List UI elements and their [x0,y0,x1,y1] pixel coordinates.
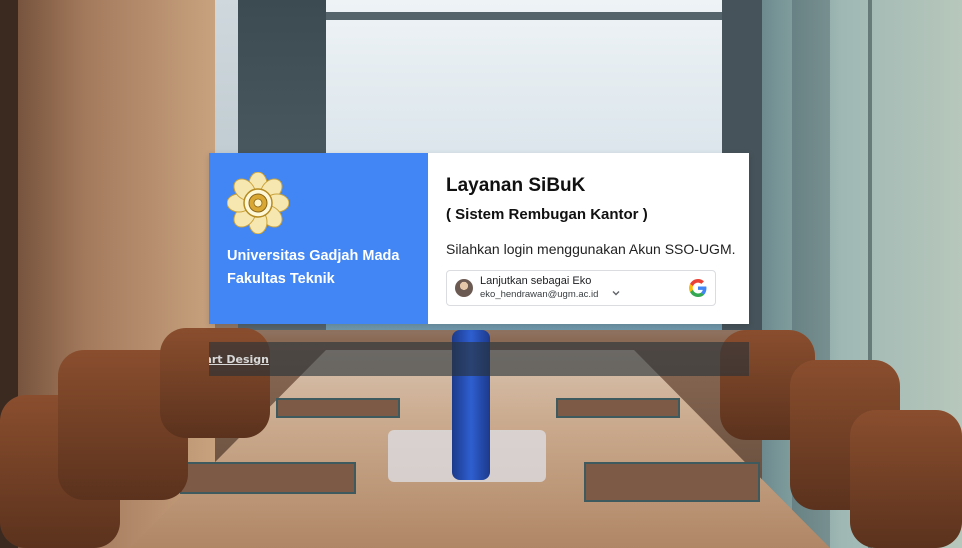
account-prompt: Lanjutkan sebagai Eko [480,275,592,287]
university-name: Universitas Gadjah Mada Fakultas Teknik [227,245,399,291]
google-signin-button[interactable]: Lanjutkan sebagai Eko eko_hendrawan@ugm.… [446,270,716,306]
login-panel: Layanan SiBuK ( Sistem Rembugan Kantor )… [428,153,749,324]
page-subtitle: ( Sistem Rembugan Kantor ) [446,206,648,223]
table-mat [180,462,356,494]
university-name-line1: Universitas Gadjah Mada [227,248,400,264]
google-g-icon [689,279,707,297]
chevron-down-icon[interactable] [611,288,621,298]
table-mat [556,398,680,418]
faculty-name: Fakultas Teknik [227,271,335,287]
avatar [455,279,473,297]
chair [850,410,962,548]
login-card: Universitas Gadjah Mada Fakultas Teknik … [209,153,749,324]
footer-credit-link[interactable]: art Design [209,353,269,366]
page-title: Layanan SiBuK [446,175,586,196]
login-instruction: Silahkan login menggunakan Akun SSO-UGM. [446,241,736,257]
table-mat [276,398,400,418]
university-panel: Universitas Gadjah Mada Fakultas Teknik [209,153,428,324]
window-frame [326,12,722,20]
account-email: eko_hendrawan@ugm.ac.id [480,289,599,300]
table-mat [584,462,760,502]
ugm-seal-icon [227,172,289,234]
footer-strip [209,342,749,376]
